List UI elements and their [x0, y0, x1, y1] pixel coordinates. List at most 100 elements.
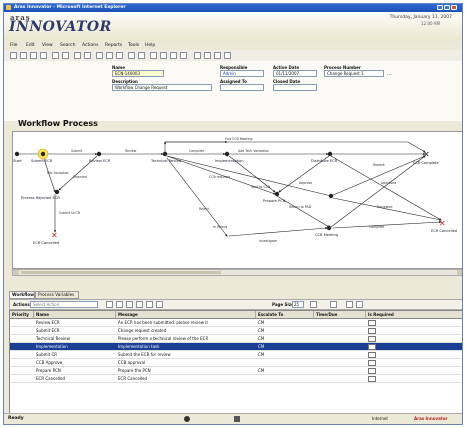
col-priority[interactable]: Priority	[10, 311, 34, 319]
copy-icon[interactable]	[52, 52, 59, 59]
provide-node[interactable]	[54, 189, 60, 195]
next-page-icon[interactable]	[156, 301, 163, 308]
undo-icon[interactable]	[74, 52, 81, 59]
required-checkbox[interactable]	[368, 376, 376, 382]
process-ellipsis-button[interactable]: ...	[387, 71, 392, 77]
close-button[interactable]	[451, 5, 457, 10]
tab-workflow[interactable]: Workflow	[9, 291, 35, 299]
filter-icon[interactable]	[138, 52, 145, 59]
menu-file[interactable]: File	[10, 43, 18, 48]
required-checkbox[interactable]	[368, 328, 376, 334]
menu-search[interactable]: Search	[60, 43, 75, 48]
name-field[interactable]: ECN-140003	[112, 70, 164, 77]
maximize-button[interactable]	[444, 5, 450, 10]
workflow-icon[interactable]	[194, 52, 201, 59]
next-page-icon[interactable]	[170, 52, 177, 59]
closed-date-field[interactable]	[273, 84, 317, 91]
first-page-icon[interactable]	[150, 52, 157, 59]
required-checkbox[interactable]	[368, 320, 376, 326]
distribute-node[interactable]	[327, 151, 333, 157]
table-row[interactable]: Submit CR Submit the ECR for review CM	[10, 351, 462, 359]
grid-icon[interactable]	[136, 301, 143, 308]
edge-label: Not Accepted	[47, 171, 68, 175]
required-checkbox[interactable]	[368, 344, 376, 350]
paste-icon[interactable]	[62, 52, 69, 59]
ccb-node[interactable]	[326, 225, 332, 231]
scroll-left-icon[interactable]	[13, 270, 19, 275]
save-icon[interactable]	[30, 52, 37, 59]
table-row[interactable]: Review ECR An ECR has been submitted, ple…	[10, 319, 462, 327]
refresh-icon[interactable]	[116, 52, 123, 59]
active-date-field[interactable]: 01/11/2007	[273, 70, 317, 77]
col-name[interactable]: Name	[34, 311, 116, 319]
required-checkbox[interactable]	[368, 368, 376, 374]
scroll-right-icon[interactable]	[457, 270, 462, 275]
scroll-thumb[interactable]	[21, 271, 221, 274]
menu-reports[interactable]: Reports	[105, 43, 122, 48]
table-row[interactable]: Prepare PCN Prepare the PCN CM	[10, 367, 462, 375]
define-node[interactable]	[328, 193, 334, 199]
table-row[interactable]: Implementation Implementation task CM	[10, 343, 462, 351]
implementation-node[interactable]	[224, 151, 230, 157]
col-time[interactable]: Time/Due	[314, 311, 366, 319]
menu-edit[interactable]: Edit	[26, 43, 35, 48]
lock-icon[interactable]	[96, 52, 103, 59]
table-row[interactable]: CCB Approve CCB approval	[10, 359, 462, 367]
responsible-field[interactable]: Admin	[220, 70, 264, 77]
reject-end-icon[interactable]: ✕	[51, 231, 58, 240]
minimize-button[interactable]	[437, 5, 443, 10]
prepare-node[interactable]	[274, 191, 280, 197]
col-escalate[interactable]: Escalate To	[256, 311, 314, 319]
description-field[interactable]: Workflow Change Request	[112, 84, 212, 91]
print-icon[interactable]	[330, 301, 337, 308]
cell-escalate	[256, 375, 316, 383]
table-row[interactable]: Technical Review Please perform a technic…	[10, 335, 462, 343]
review-node[interactable]	[96, 151, 102, 157]
cell-time	[314, 343, 368, 351]
prev-page-icon[interactable]	[146, 301, 153, 308]
lifecycle-icon[interactable]	[204, 52, 211, 59]
menu-actions[interactable]: Actions	[82, 43, 98, 48]
mail-icon[interactable]	[214, 52, 221, 59]
item-form: Name ECN-140003 Description Workflow Cha…	[4, 61, 462, 121]
cell-name: Submit ECR	[36, 328, 60, 333]
table-row[interactable]: Submit ECR Change request created CM	[10, 327, 462, 335]
table-row[interactable]: ECR Cancelled ECR Cancelled	[10, 375, 462, 383]
cell-message: Prepare the PCN	[118, 368, 151, 373]
prev-page-icon[interactable]	[160, 52, 167, 59]
cancel-end-icon[interactable]: ✕	[439, 219, 446, 228]
assigned-field[interactable]	[220, 84, 264, 91]
last-page-icon[interactable]	[180, 52, 187, 59]
menu-view[interactable]: View	[42, 43, 53, 48]
tab-process-variables[interactable]: Process Variables	[35, 291, 79, 299]
search-icon[interactable]	[126, 301, 133, 308]
cell-name: Prepare PCN	[36, 368, 61, 373]
diagram-scrollbar[interactable]	[12, 269, 462, 276]
print-icon[interactable]	[40, 52, 47, 59]
help-icon[interactable]	[224, 52, 231, 59]
delete-row-icon[interactable]	[116, 301, 123, 308]
add-row-icon[interactable]	[106, 301, 113, 308]
required-checkbox[interactable]	[368, 360, 376, 366]
export-icon[interactable]	[346, 301, 353, 308]
actions-select[interactable]: Select Action	[30, 301, 98, 308]
tech-review-node[interactable]	[162, 151, 168, 157]
col-message[interactable]: Message	[116, 311, 256, 319]
redo-icon[interactable]	[84, 52, 91, 59]
col-required[interactable]: Is Required	[366, 311, 462, 319]
required-checkbox[interactable]	[368, 336, 376, 342]
copy-icon[interactable]	[356, 301, 363, 308]
new-icon[interactable]	[10, 52, 17, 59]
start-node[interactable]	[14, 151, 20, 157]
required-checkbox[interactable]	[368, 352, 376, 358]
menu-tools[interactable]: Tools	[128, 43, 139, 48]
menu-help[interactable]: Help	[145, 43, 155, 48]
complete-end-icon[interactable]: ✕	[423, 150, 430, 159]
submit-node[interactable]	[40, 151, 46, 157]
refresh-icon[interactable]	[310, 301, 317, 308]
unlock-icon[interactable]	[106, 52, 113, 59]
process-field[interactable]: Change Request 1	[324, 70, 384, 77]
open-icon[interactable]	[20, 52, 27, 59]
page-size-field[interactable]: 25	[292, 301, 304, 308]
search-icon[interactable]	[128, 52, 135, 59]
